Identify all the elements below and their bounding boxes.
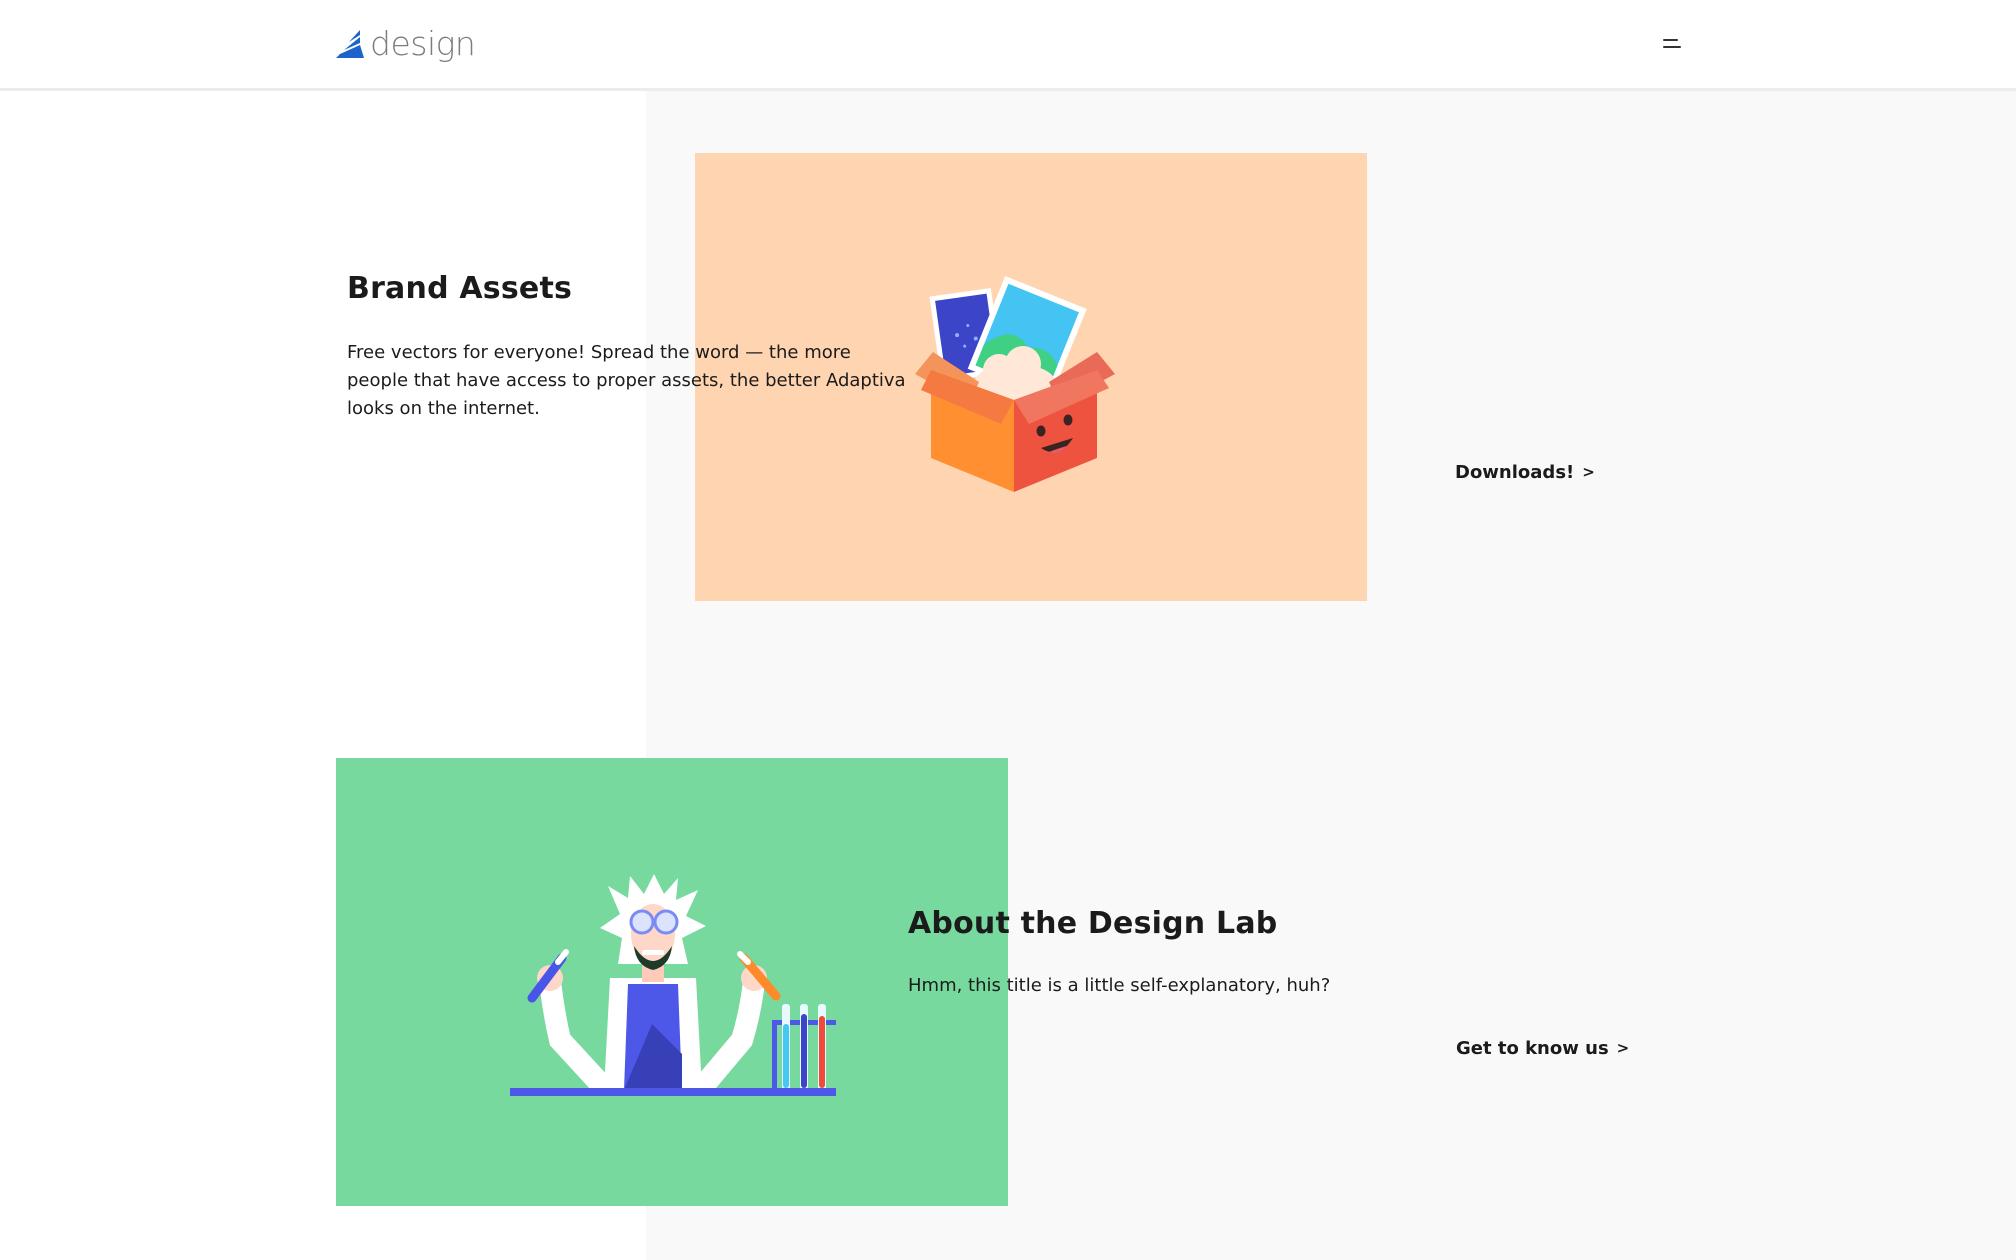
- logo-icon: [336, 30, 364, 58]
- chevron-right-icon: >: [1616, 1039, 1630, 1057]
- design-lab-title: About the Design Lab: [908, 906, 1278, 941]
- scientist-with-test-tubes-illustration: [510, 874, 836, 1096]
- brand-assets-title: Brand Assets: [347, 271, 573, 306]
- open-box-with-pictures-illustration: [915, 275, 1115, 492]
- chevron-right-icon: >: [1582, 463, 1595, 481]
- hamburger-menu-icon[interactable]: [1660, 34, 1684, 56]
- logo-text: design: [370, 24, 476, 63]
- downloads-link[interactable]: Downloads! >: [1455, 462, 1595, 483]
- brand-assets-description: Free vectors for everyone! Spread the wo…: [347, 342, 906, 419]
- logo[interactable]: design: [336, 24, 476, 64]
- downloads-label: Downloads!: [1455, 462, 1575, 483]
- design-lab-description: Hmm, this title is a little self-explana…: [908, 975, 1331, 996]
- get-to-know-us-label: Get to know us: [1456, 1038, 1609, 1059]
- site-header: design: [0, 0, 2016, 91]
- get-to-know-us-link[interactable]: Get to know us >: [1456, 1038, 1629, 1059]
